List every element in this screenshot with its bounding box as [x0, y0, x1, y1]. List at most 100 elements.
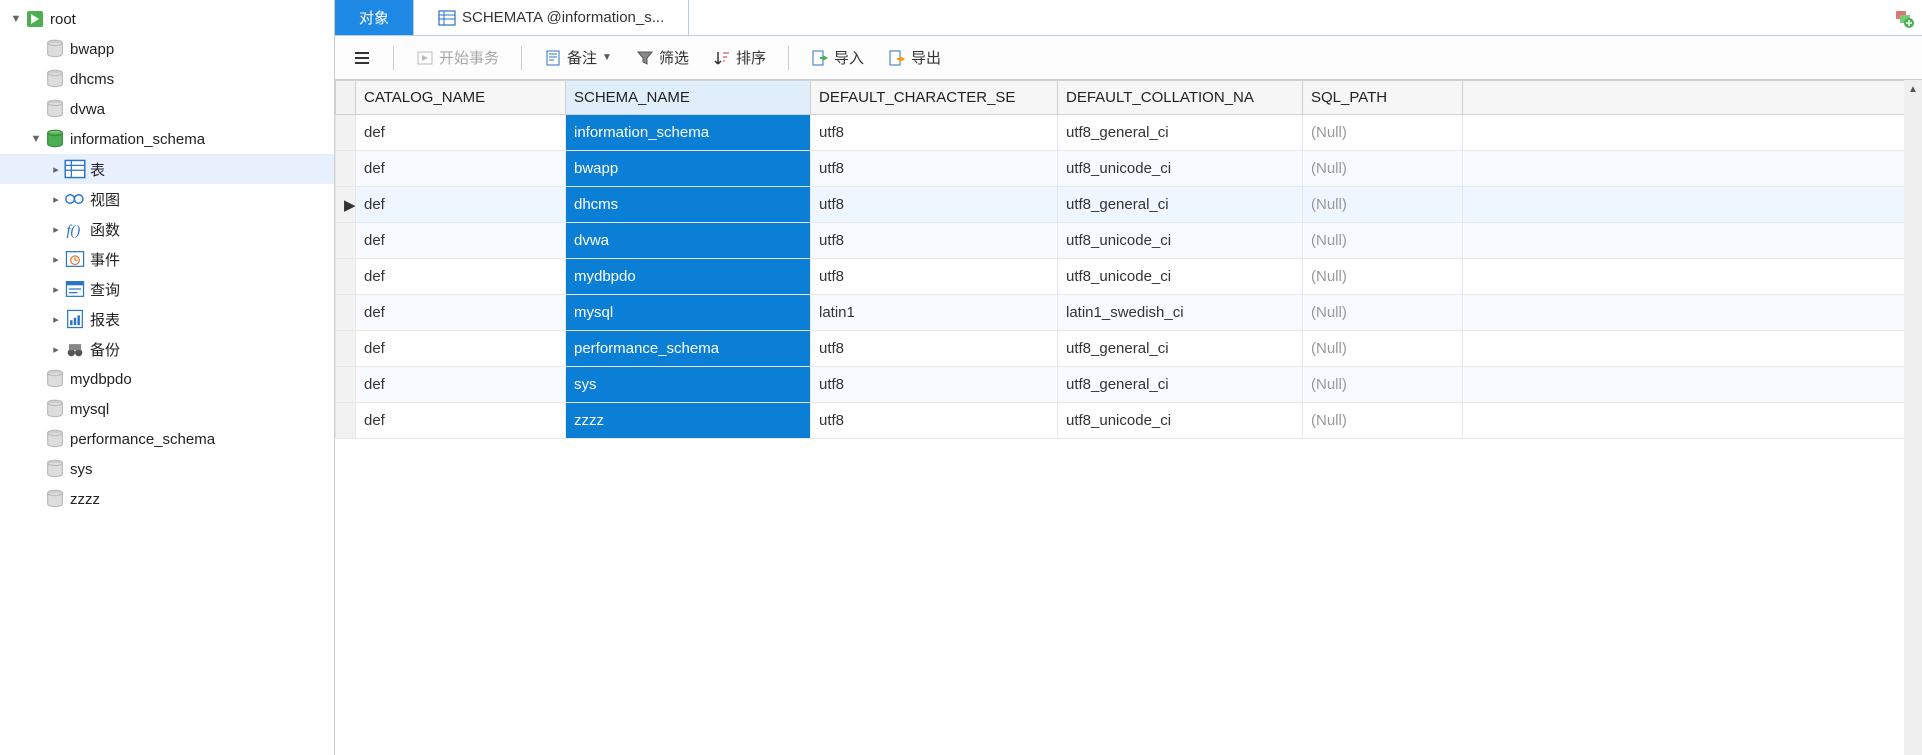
scroll-up-arrow-icon[interactable]: ▲ [1904, 80, 1922, 98]
column-header[interactable]: DEFAULT_COLLATION_NA [1058, 81, 1303, 115]
cell-catalog[interactable]: def [356, 187, 566, 223]
cell-schema[interactable]: mydbpdo [566, 259, 811, 295]
tree-schema-child[interactable]: ▸报表 [0, 304, 334, 334]
cell-sqlpath[interactable]: (Null) [1303, 295, 1463, 331]
tree-schema-child[interactable]: ▸f()函数 [0, 214, 334, 244]
column-header[interactable]: SQL_PATH [1303, 81, 1463, 115]
table-row[interactable]: defzzzzutf8utf8_unicode_ci(Null) [336, 403, 1922, 439]
cell-schema[interactable]: bwapp [566, 151, 811, 187]
cell-collation[interactable]: utf8_unicode_ci [1058, 259, 1303, 295]
tree-database[interactable]: mydbpdo [0, 364, 334, 394]
cell-collation[interactable]: utf8_general_ci [1058, 187, 1303, 223]
cell-sqlpath[interactable]: (Null) [1303, 331, 1463, 367]
cell-charset[interactable]: utf8 [811, 331, 1058, 367]
tab-schemata[interactable]: SCHEMATA @information_s... [414, 0, 689, 35]
data-grid-wrap[interactable]: CATALOG_NAME SCHEMA_NAME DEFAULT_CHARACT… [335, 80, 1922, 755]
table-row[interactable]: defsysutf8utf8_general_ci(Null) [336, 367, 1922, 403]
cell-sqlpath[interactable]: (Null) [1303, 187, 1463, 223]
table-row[interactable]: defmysqllatin1latin1_swedish_ci(Null) [336, 295, 1922, 331]
tree-schema-child[interactable]: ▸查询 [0, 274, 334, 304]
import-button[interactable]: 导入 [803, 43, 872, 72]
tree-connection-root[interactable]: ▼ root [0, 4, 334, 34]
filter-button[interactable]: 筛选 [628, 43, 697, 72]
cell-sqlpath[interactable]: (Null) [1303, 223, 1463, 259]
export-button[interactable]: 导出 [880, 43, 949, 72]
table-row[interactable]: definformation_schemautf8utf8_general_ci… [336, 115, 1922, 151]
cell-collation[interactable]: latin1_swedish_ci [1058, 295, 1303, 331]
tree-database[interactable]: ▼information_schema [0, 124, 334, 154]
tree-database[interactable]: performance_schema [0, 424, 334, 454]
cell-catalog[interactable]: def [356, 295, 566, 331]
cell-catalog[interactable]: def [356, 151, 566, 187]
cell-schema[interactable]: sys [566, 367, 811, 403]
cell-charset[interactable]: utf8 [811, 223, 1058, 259]
column-header[interactable]: CATALOG_NAME [356, 81, 566, 115]
cell-collation[interactable]: utf8_general_ci [1058, 367, 1303, 403]
cell-charset[interactable]: utf8 [811, 259, 1058, 295]
cell-catalog[interactable]: def [356, 403, 566, 439]
chevron-down-icon[interactable]: ▼ [28, 133, 44, 145]
table-row[interactable]: defbwapputf8utf8_unicode_ci(Null) [336, 151, 1922, 187]
memo-button[interactable]: 备注 ▼ [536, 43, 620, 72]
data-grid[interactable]: CATALOG_NAME SCHEMA_NAME DEFAULT_CHARACT… [335, 80, 1922, 439]
cell-catalog[interactable]: def [356, 115, 566, 151]
column-header[interactable]: DEFAULT_CHARACTER_SE [811, 81, 1058, 115]
tree-database[interactable]: mysql [0, 394, 334, 424]
tree-schema-child[interactable]: ▸备份 [0, 334, 334, 364]
db-tree-sidebar[interactable]: ▼ root bwappdhcmsdvwa▼information_schema… [0, 0, 335, 755]
chevron-right-icon[interactable]: ▸ [48, 253, 64, 266]
tab-objects[interactable]: 对象 [335, 0, 414, 35]
column-header[interactable]: SCHEMA_NAME [566, 81, 811, 115]
cell-catalog[interactable]: def [356, 223, 566, 259]
vertical-scrollbar[interactable]: ▲ [1904, 80, 1922, 755]
cell-collation[interactable]: utf8_general_ci [1058, 115, 1303, 151]
cell-catalog[interactable]: def [356, 367, 566, 403]
tree-database[interactable]: sys [0, 454, 334, 484]
cell-charset[interactable]: utf8 [811, 187, 1058, 223]
chevron-right-icon[interactable]: ▸ [48, 283, 64, 296]
tree-database[interactable]: zzzz [0, 484, 334, 514]
sort-button[interactable]: 排序 [705, 43, 774, 72]
chevron-right-icon[interactable]: ▸ [48, 313, 64, 326]
cell-collation[interactable]: utf8_unicode_ci [1058, 403, 1303, 439]
cell-collation[interactable]: utf8_unicode_ci [1058, 151, 1303, 187]
cell-collation[interactable]: utf8_general_ci [1058, 331, 1303, 367]
cell-schema[interactable]: mysql [566, 295, 811, 331]
cell-sqlpath[interactable]: (Null) [1303, 367, 1463, 403]
cell-catalog[interactable]: def [356, 331, 566, 367]
chevron-down-icon[interactable]: ▼ [8, 13, 24, 25]
menu-button[interactable] [345, 45, 379, 71]
cell-schema[interactable]: dhcms [566, 187, 811, 223]
add-tab-button[interactable] [1886, 0, 1922, 35]
cell-schema[interactable]: dvwa [566, 223, 811, 259]
chevron-right-icon[interactable]: ▸ [48, 193, 64, 206]
cell-charset[interactable]: utf8 [811, 151, 1058, 187]
tree-database[interactable]: dvwa [0, 94, 334, 124]
cell-schema[interactable]: information_schema [566, 115, 811, 151]
cell-schema[interactable]: performance_schema [566, 331, 811, 367]
cell-sqlpath[interactable]: (Null) [1303, 115, 1463, 151]
tree-database[interactable]: bwapp [0, 34, 334, 64]
chevron-right-icon[interactable]: ▸ [48, 163, 64, 176]
cell-sqlpath[interactable]: (Null) [1303, 151, 1463, 187]
cell-sqlpath[interactable]: (Null) [1303, 403, 1463, 439]
table-row[interactable]: defmydbpdoutf8utf8_unicode_ci(Null) [336, 259, 1922, 295]
cell-charset[interactable]: utf8 [811, 403, 1058, 439]
cell-charset[interactable]: latin1 [811, 295, 1058, 331]
cell-charset[interactable]: utf8 [811, 115, 1058, 151]
tree-database[interactable]: dhcms [0, 64, 334, 94]
table-row[interactable]: ▶defdhcmsutf8utf8_general_ci(Null) [336, 187, 1922, 223]
begin-transaction-button[interactable]: 开始事务 [408, 43, 507, 72]
tree-schema-child[interactable]: ▸表 [0, 154, 334, 184]
cell-sqlpath[interactable]: (Null) [1303, 259, 1463, 295]
cell-catalog[interactable]: def [356, 259, 566, 295]
table-row[interactable]: defperformance_schemautf8utf8_general_ci… [336, 331, 1922, 367]
cell-charset[interactable]: utf8 [811, 367, 1058, 403]
tree-schema-child[interactable]: ▸视图 [0, 184, 334, 214]
table-row[interactable]: defdvwautf8utf8_unicode_ci(Null) [336, 223, 1922, 259]
cell-collation[interactable]: utf8_unicode_ci [1058, 223, 1303, 259]
tree-schema-child[interactable]: ▸事件 [0, 244, 334, 274]
cell-schema[interactable]: zzzz [566, 403, 811, 439]
chevron-right-icon[interactable]: ▸ [48, 223, 64, 236]
chevron-right-icon[interactable]: ▸ [48, 343, 64, 356]
